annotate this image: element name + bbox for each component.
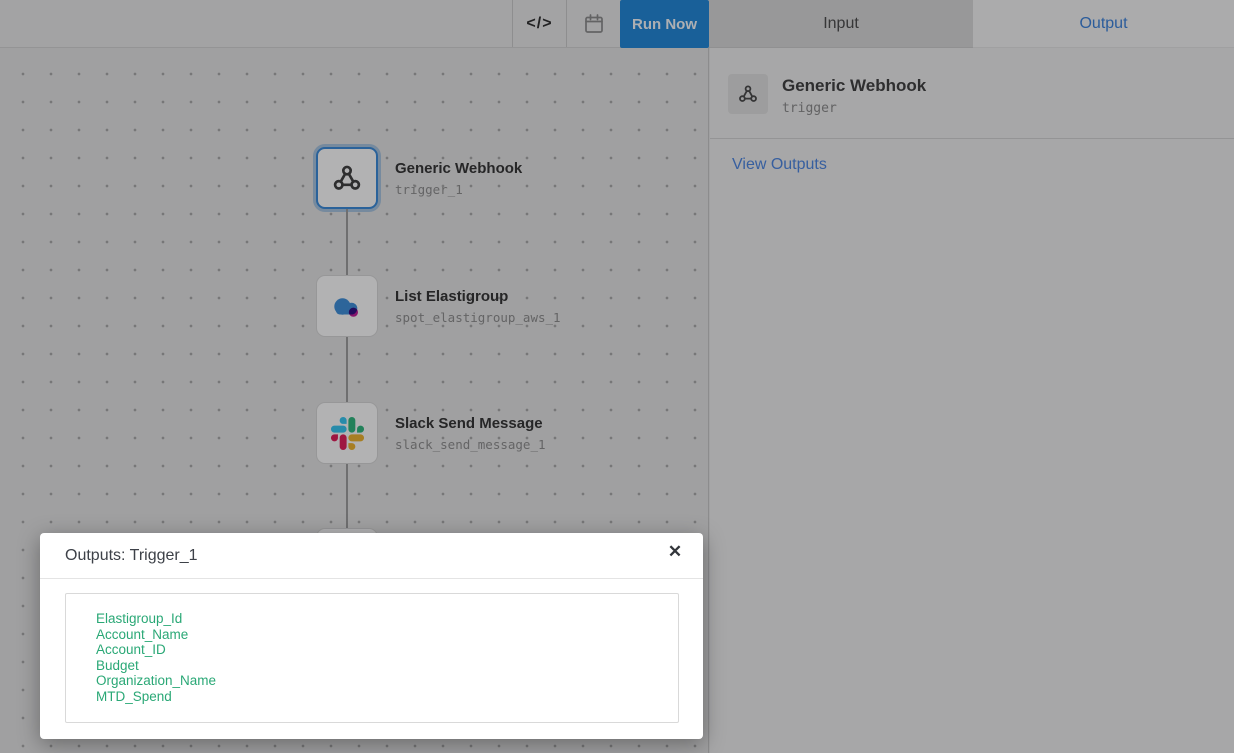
output-field: MTD_Spend [96, 689, 668, 705]
output-field: Organization_Name [96, 673, 668, 689]
modal-header: Outputs: Trigger_1 ✕ [40, 533, 703, 579]
modal-title: Outputs: Trigger_1 [65, 547, 198, 565]
output-field: Account_Name [96, 627, 668, 643]
output-field: Budget [96, 658, 668, 674]
close-icon[interactable]: ✕ [661, 538, 689, 566]
output-field: Elastigroup_Id [96, 611, 668, 627]
modal-body: Elastigroup_Id Account_Name Account_ID B… [40, 579, 703, 723]
output-field: Account_ID [96, 642, 668, 658]
outputs-modal: Outputs: Trigger_1 ✕ Elastigroup_Id Acco… [40, 533, 703, 739]
outputs-list: Elastigroup_Id Account_Name Account_ID B… [65, 593, 679, 723]
workflow-editor-screen: </> Run Now Input Output [0, 0, 1234, 753]
